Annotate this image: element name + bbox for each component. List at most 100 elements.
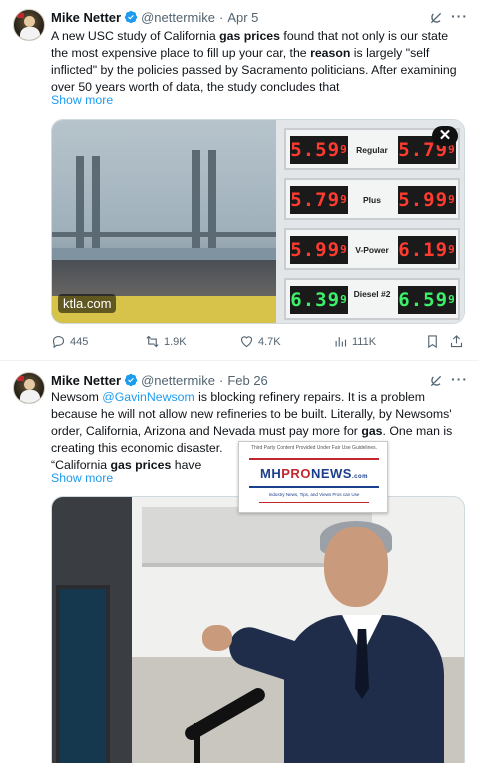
reply-icon <box>52 335 65 349</box>
close-icon[interactable]: ✕ <box>432 126 458 146</box>
avatar-shirt <box>20 390 40 403</box>
separator-dot: · <box>218 372 224 388</box>
bridge-tower <box>76 156 84 256</box>
heart-icon <box>240 336 253 348</box>
text-bold: reason <box>310 46 351 60</box>
views-button[interactable]: 111K <box>333 334 376 349</box>
mhpronews-watermark: Third Party Content Provided Under Fair … <box>238 441 388 513</box>
repost-icon <box>146 335 159 348</box>
price-row-plus: 5.799 Plus 5.999 <box>284 178 460 220</box>
tweet-1[interactable]: Mike Netter @nettermike · Apr 5 ··· A ne… <box>0 0 479 361</box>
text-segment: the most expensive place to fill up your… <box>51 46 311 60</box>
text-segment: “California <box>51 458 111 472</box>
like-count: 4.7K <box>258 335 281 348</box>
repost-button[interactable]: 1.9K <box>145 334 187 349</box>
text-line: over 50 years worth of data, the study c… <box>51 80 340 94</box>
action-bar: 445 1.9K 4.7K 111K <box>51 334 465 352</box>
price-tenth-digit: 9 <box>448 243 456 256</box>
divider <box>259 502 369 503</box>
price-tenth-digit: 9 <box>340 193 348 206</box>
tweet-header: Mike Netter @nettermike · Feb 26 <box>51 371 268 389</box>
handle[interactable]: @nettermike <box>141 373 215 388</box>
avatar-shirt <box>20 27 40 40</box>
text-bold: gas prices <box>110 458 172 472</box>
price-tenth-digit: 9 <box>340 293 348 306</box>
bookmark-icon <box>428 335 437 349</box>
avatar[interactable] <box>13 9 45 41</box>
price-right: 6.199 <box>398 236 456 264</box>
speaker-hand <box>202 625 232 651</box>
grok-icon[interactable] <box>428 10 444 26</box>
price-tenth-digit: 9 <box>448 193 456 206</box>
grade-label: Plus <box>363 195 381 205</box>
handle[interactable]: @nettermike <box>141 10 215 25</box>
flag-icon <box>17 13 24 18</box>
bridge-tower <box>192 150 200 256</box>
display-screen <box>56 585 110 763</box>
grade-label: Regular <box>356 145 388 155</box>
text-segment: have <box>171 458 202 472</box>
price-tenth-digit: 9 <box>448 293 456 306</box>
repost-count: 1.9K <box>164 335 187 348</box>
bridge-tower <box>92 156 100 256</box>
share-icon <box>450 335 463 348</box>
fair-use-caption: Third Party Content Provided Under Fair … <box>250 445 378 451</box>
grok-icon[interactable] <box>428 373 444 389</box>
flag-icon <box>17 376 24 381</box>
show-more-link[interactable]: Show more <box>51 471 113 485</box>
more-icon[interactable]: ··· <box>451 8 468 24</box>
avatar-head <box>24 16 35 27</box>
views-icon <box>335 337 347 347</box>
more-icon[interactable]: ··· <box>451 371 468 387</box>
tweet-text: A new USC study of California gas prices… <box>51 28 471 96</box>
price-tenth-digit: 9 <box>340 243 348 256</box>
text-bold: gas <box>361 424 383 438</box>
source-watermark: ktla.com <box>58 294 117 313</box>
divider <box>249 458 379 460</box>
timestamp[interactable]: Feb 26 <box>227 373 267 388</box>
show-more-link[interactable]: Show more <box>51 93 113 107</box>
tweet-2[interactable]: Mike Netter @nettermike · Feb 26 ··· New… <box>0 361 479 763</box>
price-right: 5.999 <box>398 186 456 214</box>
mention-link[interactable]: @GavinNewsom <box>102 390 194 404</box>
like-button[interactable]: 4.7K <box>239 334 281 349</box>
price-row-diesel: 6.399 Diesel #2 6.599 <box>284 278 460 320</box>
display-name[interactable]: Mike Netter <box>51 10 121 25</box>
gas-price-sign: 5.599 Regular 5.799 5.799 Plus 5.999 5.9… <box>276 120 464 323</box>
logo-part: PRO <box>281 466 311 481</box>
bridge-tower <box>208 150 216 256</box>
logo-part: .com <box>351 474 368 480</box>
bookmark-button[interactable] <box>425 334 444 349</box>
reply-button[interactable]: 445 <box>51 334 88 349</box>
text-segment: found that not only is our state <box>279 29 449 43</box>
display-name[interactable]: Mike Netter <box>51 373 121 388</box>
text-segment: is largely "self <box>350 46 430 60</box>
logo-part: NEWS <box>310 466 352 481</box>
mhpronews-logo: MHPRONEWS.com <box>239 466 389 481</box>
price-left: 5.799 <box>290 186 348 214</box>
tweet-media-newsom-photo[interactable] <box>51 496 465 763</box>
price-left: 6.399 <box>290 286 348 314</box>
text-bold: gas prices <box>219 29 280 43</box>
price-right: 6.599 <box>398 286 456 314</box>
bridge-deck <box>52 232 276 237</box>
share-button[interactable] <box>449 334 468 349</box>
views-count: 111K <box>352 335 377 348</box>
bridge-photo: ktla.com <box>52 120 276 323</box>
price-row-vpower: 5.999 V-Power 6.199 <box>284 228 460 270</box>
text-segment: . One man is <box>382 424 453 438</box>
logo-part: MH <box>260 466 282 481</box>
verified-badge-icon <box>124 10 138 24</box>
avatar[interactable] <box>13 372 45 404</box>
microphone-stand <box>194 723 200 763</box>
tweet-header: Mike Netter @nettermike · Apr 5 <box>51 8 258 26</box>
separator-dot: · <box>218 9 224 25</box>
text-segment: is blocking refinery repairs. It is a pr… <box>194 390 426 404</box>
logo-tagline: Industry News, Tips, and Views Pros can … <box>268 492 360 497</box>
timestamp[interactable]: Apr 5 <box>227 10 258 25</box>
avatar-head <box>24 379 35 390</box>
price-tenth-digit: 9 <box>340 143 348 156</box>
tweet-media-gas-prices[interactable]: ktla.com 5.599 Regular 5.799 5.799 Plus … <box>51 119 465 324</box>
text-line: inflicted" by the policies passed by Sac… <box>51 63 457 77</box>
divider <box>249 486 379 488</box>
